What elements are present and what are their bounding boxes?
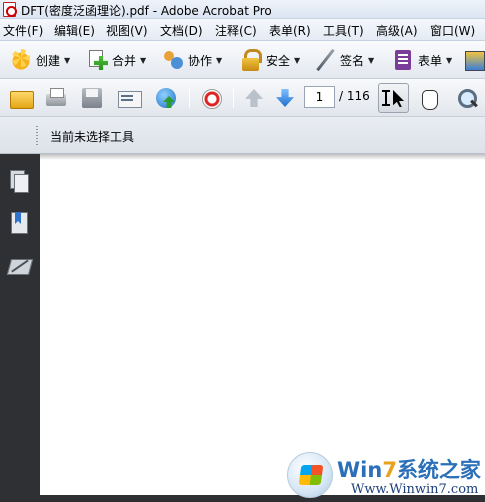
create-label: 创建	[36, 53, 61, 68]
watermark-url: Www.Winwin7.com	[351, 482, 479, 497]
create-button[interactable]: 创建 ▼	[10, 47, 70, 73]
combine-icon	[86, 49, 108, 71]
acrobat-pdf-icon	[3, 2, 17, 17]
menu-tools[interactable]: 工具(T)	[323, 22, 364, 39]
document-page[interactable]	[40, 154, 485, 502]
chevron-down-icon: ▼	[140, 55, 147, 65]
title-bar: DFT(密度泛函理论).pdf - Adobe Acrobat Pro	[0, 0, 485, 19]
select-tool-button[interactable]	[378, 83, 409, 113]
open-folder-icon[interactable]	[9, 86, 34, 110]
menu-window[interactable]: 窗口(W)	[430, 22, 475, 39]
menu-forms[interactable]: 表单(R)	[269, 22, 311, 39]
collaborate-button[interactable]: 协作 ▼	[162, 47, 222, 73]
no-tool-selected-label: 当前未选择工具	[50, 130, 135, 144]
forms-label: 表单	[418, 53, 443, 68]
pages-icon[interactable]	[8, 170, 30, 193]
navigation-pane	[0, 154, 40, 502]
watermark-title-digit: 7	[382, 458, 397, 482]
page-number-input[interactable]	[304, 86, 335, 108]
windows-flag-icon	[298, 465, 324, 485]
next-page-icon[interactable]	[273, 86, 297, 110]
form-icon	[392, 49, 414, 71]
save-icon[interactable]	[80, 86, 104, 110]
toolbar-grip[interactable]	[36, 126, 38, 146]
menu-edit[interactable]: 编辑(E)	[54, 22, 95, 39]
page-total: / 116	[339, 89, 370, 103]
multimedia-icon	[462, 49, 485, 71]
menu-advanced[interactable]: 高级(A)	[376, 22, 418, 39]
print-icon[interactable]	[44, 86, 68, 110]
chevron-down-icon: ▼	[216, 55, 223, 65]
previous-page-icon[interactable]	[242, 86, 266, 110]
chevron-down-icon: ▼	[294, 55, 301, 65]
windows-logo-icon	[287, 452, 333, 498]
menu-bar: 文件(F) 编辑(E) 视图(V) 文档(D) 注释(C) 表单(R) 工具(T…	[0, 19, 485, 41]
secure-button[interactable]: 安全 ▼	[240, 47, 300, 73]
watermark-title-tail: 系统之家	[396, 458, 481, 482]
collaborate-label: 协作	[188, 53, 213, 68]
review-icon[interactable]	[199, 86, 223, 110]
multimedia-button[interactable]	[462, 47, 485, 73]
properties-bar: 当前未选择工具	[0, 117, 485, 154]
window-title: DFT(密度泛函理论).pdf - Adobe Acrobat Pro	[21, 4, 272, 18]
lock-icon	[240, 49, 262, 71]
menu-document[interactable]: 文档(D)	[160, 22, 203, 39]
file-toolbar	[0, 79, 485, 117]
menu-comments[interactable]: 注释(C)	[215, 22, 257, 39]
toolbar-separator	[233, 88, 234, 108]
select-tool-icon	[382, 90, 393, 106]
signatures-icon[interactable]	[8, 255, 30, 277]
menu-view[interactable]: 视图(V)	[106, 22, 148, 39]
bookmarks-icon[interactable]	[8, 212, 30, 234]
chevron-down-icon: ▼	[64, 55, 71, 65]
collaborate-icon	[162, 49, 184, 71]
tasks-toolbar: 创建 ▼ 合并 ▼ 协作 ▼ 安全 ▼ 签名 ▼ 表单 ▼	[0, 41, 485, 79]
create-icon	[10, 49, 32, 71]
toolbar-separator	[189, 88, 190, 108]
menu-file[interactable]: 文件(F)	[3, 22, 43, 39]
combine-label: 合并	[112, 53, 137, 68]
sign-label: 签名	[340, 53, 365, 68]
cursor-arrow-icon	[393, 90, 404, 107]
watermark-title-main: Win	[337, 458, 383, 482]
hand-tool-icon[interactable]	[418, 87, 440, 111]
email-icon[interactable]	[117, 86, 142, 110]
sign-button[interactable]: 签名 ▼	[314, 47, 374, 73]
combine-button[interactable]: 合并 ▼	[86, 47, 146, 73]
watermark-title: Win7系统之家	[337, 454, 481, 484]
zoom-icon[interactable]	[456, 87, 480, 111]
chevron-down-icon: ▼	[446, 55, 453, 65]
secure-label: 安全	[266, 53, 291, 68]
pen-icon	[314, 49, 336, 71]
web-upload-icon[interactable]	[154, 86, 178, 110]
chevron-down-icon: ▼	[368, 55, 375, 65]
watermark: Win7系统之家 Www.Winwin7.com	[287, 452, 483, 502]
document-top-shadow	[40, 154, 485, 160]
forms-button[interactable]: 表单 ▼	[392, 47, 452, 73]
